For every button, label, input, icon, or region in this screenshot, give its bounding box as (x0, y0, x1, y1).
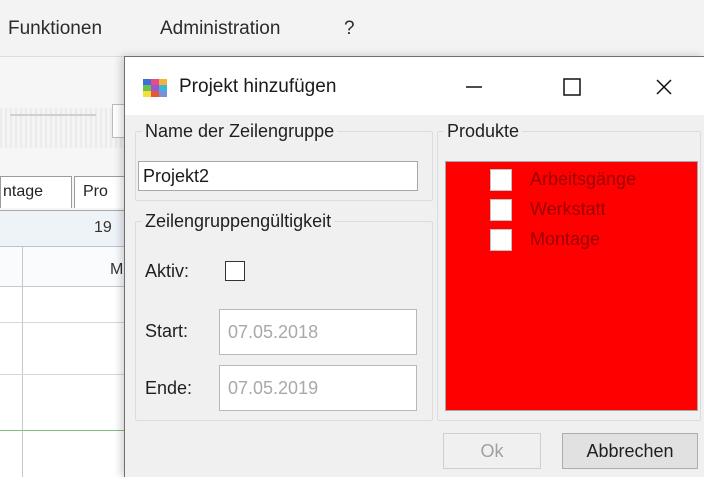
minimize-icon (466, 86, 482, 88)
products-group-legend: Produkte (447, 121, 520, 141)
grid-today-line (0, 430, 126, 431)
grid-row-divider (0, 322, 126, 323)
maximize-icon (563, 78, 581, 96)
grid-header-row: 19 (0, 211, 126, 247)
menu-funktionen[interactable]: Funktionen (8, 18, 102, 40)
group-name-input[interactable] (138, 161, 418, 191)
active-label: Aktiv: (145, 261, 190, 281)
start-label: Start: (145, 321, 189, 341)
tab-montage[interactable]: ntage (0, 176, 72, 208)
product-checkbox[interactable] (490, 169, 512, 191)
menu-administration[interactable]: Administration (160, 18, 280, 40)
grid-subheader-row: M (0, 247, 126, 287)
grid-header-year: 19 (94, 219, 112, 236)
name-group-legend: Name der Zeilengruppe (145, 121, 335, 141)
menu-bar: Funktionen Administration ? (0, 12, 704, 54)
product-checkbox[interactable] (490, 199, 512, 221)
products-list: Arbeitsgänge Werkstatt Montage (445, 161, 698, 411)
dialog-titlebar[interactable]: Projekt hinzufügen (125, 57, 704, 115)
colorful-app-icon (143, 79, 167, 97)
minimize-button[interactable] (451, 67, 497, 107)
validity-group-legend: Zeilengruppengültigkeit (145, 211, 332, 231)
grid-header-month: M (110, 261, 124, 278)
product-checkbox[interactable] (490, 229, 512, 251)
end-label: Ende: (145, 378, 193, 398)
end-date-input[interactable] (219, 365, 417, 411)
add-project-dialog: Projekt hinzufügen Name der Zeilengruppe… (124, 56, 704, 477)
ok-button[interactable]: Ok (443, 433, 541, 469)
product-label: Montage (530, 229, 601, 249)
maximize-button[interactable] (549, 67, 595, 107)
dialog-title: Projekt hinzufügen (179, 76, 337, 97)
product-label: Werkstatt (530, 199, 606, 219)
toolbar-separator (10, 114, 96, 116)
grid-column-divider (22, 247, 23, 477)
grid-row-divider (0, 374, 126, 375)
close-icon (656, 79, 672, 95)
active-checkbox[interactable] (225, 261, 245, 281)
tab-projekt[interactable]: Pro (74, 176, 126, 208)
cancel-button[interactable]: Abbrechen (562, 433, 698, 469)
close-button[interactable] (641, 67, 687, 107)
menu-help[interactable]: ? (344, 18, 355, 40)
product-label: Arbeitsgänge (530, 169, 637, 189)
start-date-input[interactable] (219, 309, 417, 355)
